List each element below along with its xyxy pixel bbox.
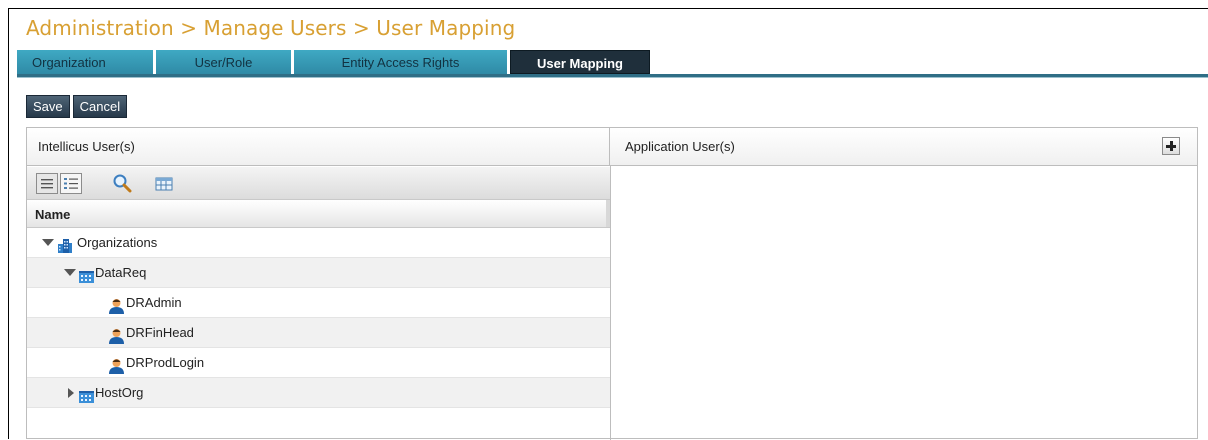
collapse-arrow-icon[interactable] [68, 388, 74, 398]
list-view-icon[interactable] [36, 173, 58, 194]
column-resize-handle[interactable] [606, 200, 610, 227]
grid-view-icon[interactable] [153, 173, 175, 194]
tree-item-datareq[interactable]: DataReq [27, 258, 610, 288]
tree-item-label: DRProdLogin [126, 355, 205, 370]
tab-underline-highlight [17, 77, 1208, 78]
expand-arrow-icon[interactable] [64, 269, 76, 276]
search-icon[interactable] [112, 173, 134, 194]
tree-item-label: DataReq [95, 265, 147, 280]
panel-divider [610, 166, 611, 440]
tree-item-organizations[interactable]: Organizations [27, 228, 610, 258]
intellicus-users-header: Intellicus User(s) [27, 128, 610, 166]
expand-arrow-icon[interactable] [42, 239, 54, 246]
tab-entity-access-rights[interactable]: Entity Access Rights [294, 50, 507, 74]
tree-toolbar [27, 167, 610, 200]
application-users-title: Application User(s) [625, 139, 735, 154]
plus-icon[interactable] [1162, 137, 1180, 155]
tree-item-drprodlogin[interactable]: DRProdLogin [27, 348, 610, 378]
tree-item-label: DRAdmin [126, 295, 182, 310]
cancel-button[interactable]: Cancel [72, 95, 128, 118]
action-bar: Save Cancel [26, 95, 130, 118]
tree-item-label: DRFinHead [126, 325, 194, 340]
detail-view-icon[interactable] [60, 173, 82, 194]
save-button[interactable]: Save [26, 95, 70, 118]
tree-item-label: Organizations [77, 235, 158, 250]
page-title: Administration > Manage Users > User Map… [26, 16, 516, 40]
tree-item-hostorg[interactable]: HostOrg [27, 378, 610, 408]
tab-bar: Organization User/Role Entity Access Rig… [17, 50, 653, 74]
tab-user-role[interactable]: User/Role [156, 50, 291, 74]
tree-item-drfinhead[interactable]: DRFinHead [27, 318, 610, 348]
name-column-label: Name [35, 207, 71, 222]
name-column-header[interactable]: Name [27, 200, 610, 228]
application-users-header: Application User(s) [610, 128, 1197, 166]
tab-user-mapping[interactable]: User Mapping [510, 50, 650, 74]
tree-item-label: HostOrg [95, 385, 144, 400]
tree-item-dradmin[interactable]: DRAdmin [27, 288, 610, 318]
organization-icon [78, 385, 95, 415]
mapping-panel: Intellicus User(s) Application User(s) N… [26, 127, 1198, 440]
tab-organization[interactable]: Organization [17, 50, 153, 74]
